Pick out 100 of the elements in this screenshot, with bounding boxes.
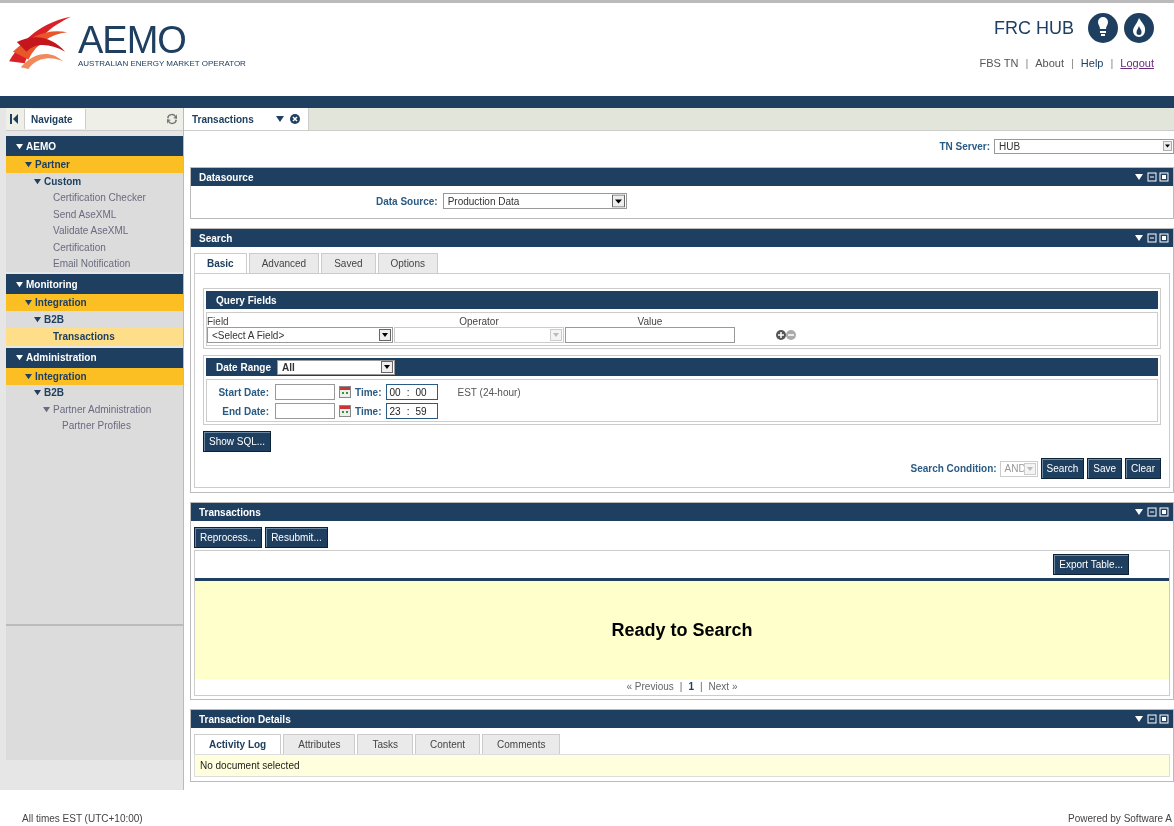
panel-header: Datasource [191, 168, 1173, 186]
header-link[interactable]: FBS TN [979, 57, 1019, 69]
nav-item[interactable]: Custom [6, 173, 183, 190]
search-tab[interactable]: Saved [321, 253, 376, 273]
expand-arrow-icon[interactable] [25, 299, 32, 306]
lightbulb-icon [1088, 13, 1118, 43]
field-label: Start Date: [217, 386, 269, 398]
current-page: 1 [688, 681, 694, 692]
nav-item[interactable]: Partner [6, 156, 183, 173]
column-label: Field [207, 316, 230, 327]
nav-item[interactable]: Monitoring [6, 274, 183, 294]
header-link[interactable]: About [1035, 57, 1064, 69]
nav-item[interactable]: AEMO [6, 136, 183, 156]
link-separator: | [1071, 57, 1074, 69]
expand-arrow-icon[interactable] [34, 177, 41, 185]
header-link[interactable]: Help [1080, 57, 1104, 69]
details-tab[interactable]: Content [415, 734, 481, 754]
value-input[interactable] [565, 327, 735, 343]
flame-icon [1124, 13, 1154, 43]
export-button[interactable]: Export Table... [1053, 554, 1129, 575]
dropdown-icon [1023, 462, 1036, 475]
date-range-select[interactable]: All [277, 359, 395, 375]
link-separator: | [1025, 57, 1029, 69]
expand-arrow-icon[interactable] [16, 142, 23, 150]
action-button[interactable]: Search [1040, 458, 1085, 479]
nav-item[interactable]: Partner Administration [6, 401, 183, 418]
time-input[interactable]: 00 : 00 [385, 384, 438, 400]
header-link[interactable]: Logout [1120, 57, 1154, 69]
field-select[interactable]: <Select A Field> [207, 327, 393, 343]
show-sql-button[interactable]: Show SQL... [203, 431, 272, 452]
pager-separator: | [679, 681, 683, 692]
details-message: No document selected [194, 754, 1170, 777]
search-tab[interactable]: Options [377, 253, 438, 273]
panel-controls-icon[interactable] [1135, 172, 1169, 182]
close-icon[interactable] [289, 114, 300, 124]
panel-controls-icon[interactable] [1135, 507, 1169, 517]
nav-item[interactable]: Administration [6, 347, 183, 368]
dropdown-icon [1163, 141, 1172, 151]
nav-item[interactable]: Send AseXML [6, 206, 183, 223]
section-header: Query Fields [206, 291, 1158, 309]
logo-wordmark: AEMO [78, 21, 187, 59]
date-input[interactable] [275, 384, 335, 400]
details-tab[interactable]: Activity Log [194, 734, 282, 754]
dropdown-icon [381, 361, 393, 373]
column-label: Operator [458, 316, 500, 327]
navigate-tab[interactable]: Navigate [24, 109, 86, 129]
link-separator: | [1110, 57, 1114, 69]
field-label: TN Server: [939, 140, 990, 152]
panel-header: Transactions [191, 503, 1173, 521]
nav-item[interactable]: B2B [6, 311, 183, 328]
collapse-icon[interactable] [10, 114, 18, 124]
nav-item[interactable]: Integration [6, 294, 183, 311]
field-label: Search Condition: [910, 463, 997, 474]
details-tab[interactable]: Tasks [357, 734, 414, 754]
data-source-select[interactable]: Production Data [442, 193, 627, 209]
dropdown-icon [379, 329, 391, 341]
time-input[interactable]: 23 : 59 [385, 403, 438, 419]
timezone-footer: All times EST (UTC+10:00) [22, 813, 143, 824]
pager-link[interactable]: « Previous [626, 681, 674, 692]
expand-arrow-icon[interactable] [25, 161, 32, 168]
column-label: Value [636, 316, 664, 327]
field-label: Time: [355, 386, 382, 398]
date-input[interactable] [275, 403, 335, 419]
add-remove-icon[interactable] [776, 330, 796, 340]
dropdown-caret-icon[interactable] [275, 116, 284, 122]
search-tab[interactable]: Basic [194, 253, 247, 273]
action-button[interactable]: Reprocess... [194, 527, 263, 548]
field-label: End Date: [221, 405, 269, 417]
workspace-tab[interactable]: Transactions [184, 108, 309, 130]
expand-arrow-icon[interactable] [16, 354, 23, 361]
pager-separator: | [699, 681, 703, 692]
tn-server-select[interactable]: HUB [994, 138, 1174, 154]
refresh-icon[interactable] [165, 112, 179, 126]
expand-arrow-icon[interactable] [34, 315, 41, 323]
panel-controls-icon[interactable] [1135, 233, 1169, 243]
details-tab[interactable]: Comments [482, 734, 561, 754]
pager-link[interactable]: Next » [708, 681, 738, 692]
powered-by-text: Powered by Software A [1068, 813, 1172, 824]
dropdown-icon [611, 194, 625, 208]
nav-item[interactable]: Certification [6, 239, 183, 256]
search-tab[interactable]: Advanced [248, 253, 320, 273]
section-header: Date Range All [206, 358, 1158, 376]
dropdown-icon [550, 329, 562, 341]
field-label: Data Source: [376, 195, 438, 207]
expand-arrow-icon[interactable] [16, 280, 23, 288]
action-button[interactable]: Clear [1125, 458, 1161, 479]
calendar-icon[interactable] [339, 386, 351, 398]
empty-message: Ready to Search [611, 619, 753, 641]
details-tab[interactable]: Attributes [283, 734, 356, 754]
panel-header: Search [191, 229, 1173, 247]
logo-tagline: AUSTRALIAN ENERGY MARKET OPERATOR [78, 59, 246, 68]
action-button[interactable]: Resubmit... [265, 527, 328, 548]
action-button[interactable]: Save [1087, 458, 1123, 479]
expand-arrow-icon[interactable] [34, 389, 41, 397]
calendar-icon[interactable] [339, 405, 351, 417]
timezone-note: EST (24-hour) [457, 386, 521, 398]
expand-arrow-icon[interactable] [25, 372, 32, 380]
panel-header: Transaction Details [191, 710, 1173, 728]
panel-controls-icon[interactable] [1135, 714, 1169, 724]
product-title: FRC HUB [994, 17, 1074, 39]
